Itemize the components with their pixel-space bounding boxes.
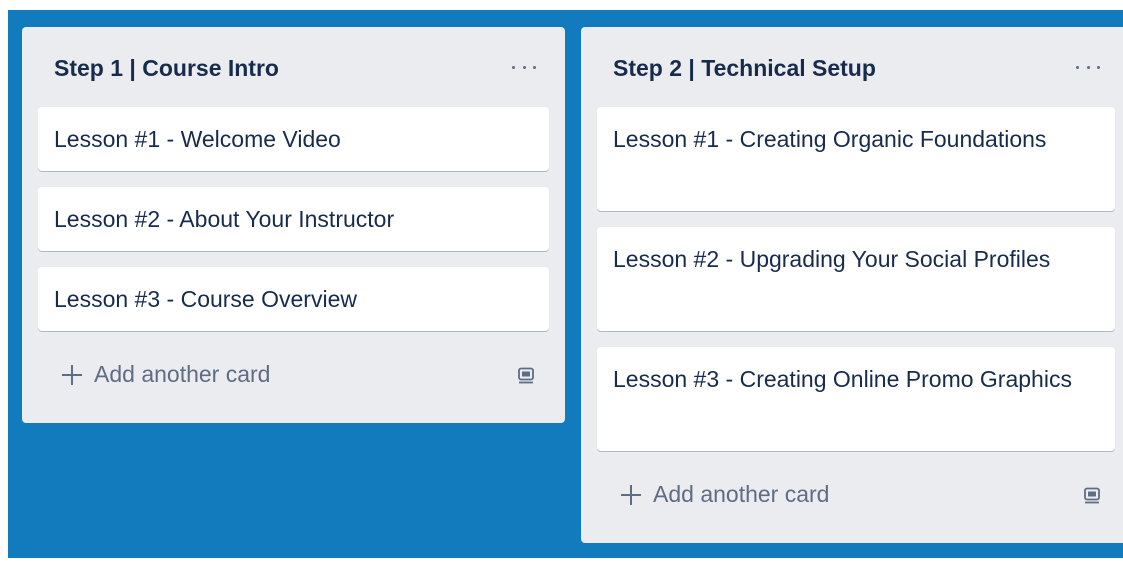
list-title[interactable]: Step 2 | Technical Setup (613, 55, 876, 82)
list-step-2: Step 2 | Technical Setup Lesson #1 - Cre… (581, 27, 1123, 543)
plus-icon (621, 484, 641, 505)
card-title: Lesson #3 - Course Overview (54, 286, 357, 312)
list-header[interactable]: Step 1 | Course Intro (22, 27, 565, 107)
dot (1076, 65, 1079, 69)
board-canvas: Step 1 | Course Intro Lesson #1 - Welcom… (8, 10, 1123, 558)
more-horizontal-icon[interactable] (509, 57, 539, 77)
list-step-1: Step 1 | Course Intro Lesson #1 - Welcom… (22, 27, 565, 423)
add-card-label: Add another card (653, 481, 830, 507)
card[interactable]: Lesson #1 - Welcome Video (38, 107, 549, 171)
list-footer: Add another card (581, 467, 1123, 531)
list-title[interactable]: Step 1 | Course Intro (54, 55, 279, 82)
plus-icon (62, 364, 82, 385)
more-horizontal-icon[interactable] (1073, 57, 1103, 77)
add-card-label: Add another card (94, 361, 271, 387)
card[interactable]: Lesson #2 - About Your Instructor (38, 187, 549, 251)
card-template-icon[interactable] (517, 367, 535, 385)
card-title: Lesson #1 - Creating Organic Foundations (613, 126, 1047, 152)
card-template-icon[interactable] (1083, 487, 1101, 505)
dot (512, 65, 515, 69)
card-list: Lesson #1 - Creating Organic Foundations… (581, 107, 1123, 451)
card-title: Lesson #2 - Upgrading Your Social Profil… (613, 246, 1051, 272)
card[interactable]: Lesson #3 - Creating Online Promo Graphi… (597, 347, 1115, 451)
list-footer: Add another card (22, 347, 565, 411)
dot (1097, 65, 1100, 69)
card-title: Lesson #1 - Welcome Video (54, 126, 341, 152)
add-card-button[interactable]: Add another card (621, 481, 829, 508)
card[interactable]: Lesson #3 - Course Overview (38, 267, 549, 331)
card[interactable]: Lesson #1 - Creating Organic Foundations (597, 107, 1115, 211)
dot (533, 65, 536, 69)
list-header[interactable]: Step 2 | Technical Setup (581, 27, 1123, 107)
dot (1086, 65, 1090, 69)
add-card-button[interactable]: Add another card (62, 361, 270, 388)
dot (522, 65, 526, 69)
card-list: Lesson #1 - Welcome Video Lesson #2 - Ab… (22, 107, 565, 331)
card-title: Lesson #2 - About Your Instructor (54, 206, 395, 232)
card-title: Lesson #3 - Creating Online Promo Graphi… (613, 366, 1072, 392)
card[interactable]: Lesson #2 - Upgrading Your Social Profil… (597, 227, 1115, 331)
